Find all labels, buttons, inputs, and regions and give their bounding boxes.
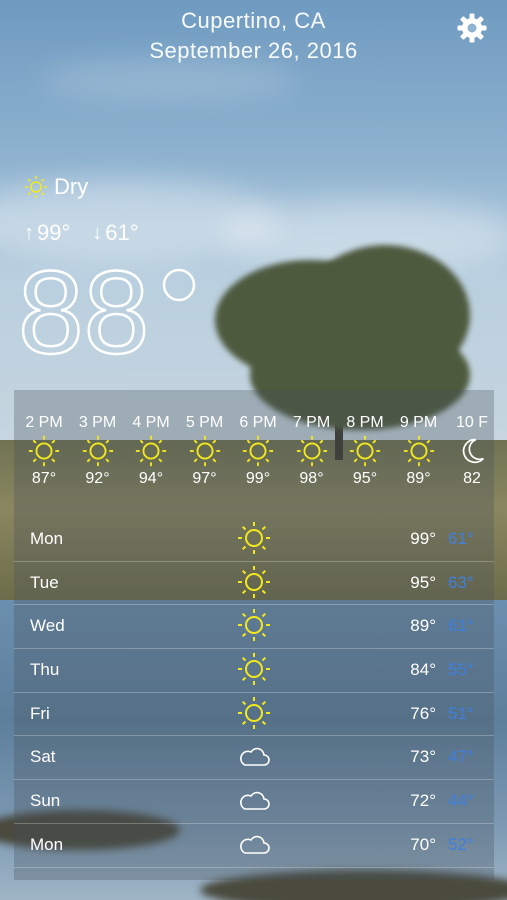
day-low: 44° <box>448 791 474 811</box>
day-label: Fri <box>30 703 50 723</box>
sun-icon <box>236 651 272 687</box>
day-low: 63° <box>448 572 474 592</box>
day-low: 47° <box>448 747 474 767</box>
cloud-icon <box>236 826 272 862</box>
city-name: Cupertino, CA <box>181 8 326 33</box>
hour-time: 9 PM <box>399 414 438 431</box>
day-low: 55° <box>448 660 474 680</box>
day-low: 52° <box>448 834 474 854</box>
arrow-down-icon: ↓ <box>92 221 103 244</box>
hour-time: 4 PM <box>132 414 170 431</box>
sun-icon <box>393 434 445 468</box>
sun-icon <box>236 607 272 643</box>
day-low: 61° <box>448 616 474 636</box>
day-low: 61° <box>448 529 474 548</box>
hour-temp: 99° <box>245 470 271 487</box>
hour-temp: 97° <box>192 470 217 487</box>
hourly-forecast[interactable]: 2 PM 87° 3 PM 92° 4 PM 94° 5 PM 97° 6 PM 99° 7 PM 9… <box>14 414 494 494</box>
day-high: 89° <box>410 616 436 636</box>
hourly-item: 7 PM 98° <box>286 414 338 488</box>
day-label: Mon <box>30 529 64 548</box>
hour-temp: 82 <box>463 470 481 487</box>
hour-time: 2 PM <box>25 414 63 431</box>
day-high: 99° <box>410 529 436 548</box>
daily-row: Thu 84° 55° <box>14 649 494 693</box>
hourly-item: 4 PM 94° <box>125 414 177 488</box>
sun-icon <box>125 434 177 468</box>
hourly-item: 8 PM 95° <box>339 414 391 488</box>
hourly-item: 5 PM 97° <box>179 414 231 488</box>
moon-icon <box>446 434 494 468</box>
hour-temp: 98° <box>299 470 324 487</box>
high-temp: 99° <box>37 220 71 245</box>
hour-temp: 92° <box>85 470 110 487</box>
sun-icon <box>72 434 124 468</box>
hour-time: 10 F <box>455 414 488 431</box>
daily-row: Tue 95° 63° <box>14 562 494 606</box>
day-high: 84° <box>410 660 436 680</box>
sun-icon <box>339 434 391 468</box>
day-high: 73° <box>410 747 436 767</box>
day-high: 95° <box>410 572 436 592</box>
hourly-item: 10 F 82 <box>446 414 494 488</box>
sun-icon <box>286 434 338 468</box>
daily-forecast: Mon 99° 61° Tue 95° 63° Wed 89° 61° Thu 84° 55° Fri 7… <box>14 518 494 868</box>
cloud-icon <box>236 782 272 818</box>
cloud-icon <box>236 738 272 774</box>
daily-row: Sat 73° 47° <box>14 736 494 781</box>
arrow-up-icon: ↑ <box>24 221 34 244</box>
day-high: 76° <box>410 703 436 723</box>
sun-icon <box>236 564 272 600</box>
day-low: 51° <box>448 703 474 723</box>
day-high: 70° <box>410 834 436 854</box>
day-high: 72° <box>410 791 436 811</box>
hour-temp: 89° <box>406 470 431 487</box>
hour-time: 5 PM <box>185 414 224 431</box>
day-label: Mon <box>30 834 64 854</box>
sun-icon <box>236 520 272 556</box>
day-label: Tue <box>30 572 59 592</box>
sun-icon <box>236 695 272 731</box>
day-label: Thu <box>30 660 60 680</box>
forecast-panel[interactable]: 2 PM 87° 3 PM 92° 4 PM 94° 5 PM 97° 6 PM 99° 7 PM 9… <box>14 390 494 880</box>
gear-icon[interactable] <box>456 12 488 44</box>
hour-temp: 95° <box>352 470 378 487</box>
sun-icon <box>232 434 284 468</box>
day-label: Sat <box>30 747 56 767</box>
hour-temp: 87° <box>31 470 57 487</box>
hourly-item: 3 PM 92° <box>72 414 124 488</box>
date-label: September 26, 2016 <box>149 38 358 63</box>
temp-number: 88 <box>18 255 149 365</box>
day-label: Wed <box>30 616 65 636</box>
sun-icon <box>18 434 70 468</box>
high-low: ↑ 99° ↓ 61° <box>24 220 139 246</box>
hour-time: 7 PM <box>292 414 331 431</box>
current-temperature: 88 <box>14 255 214 365</box>
current-condition: Dry <box>24 174 88 200</box>
sun-icon <box>179 434 231 468</box>
daily-row: Wed 89° 61° <box>14 605 494 650</box>
daily-row: Mon 99° 61° <box>14 518 494 562</box>
sun-icon <box>25 176 47 198</box>
hourly-item: 6 PM 99° <box>232 414 284 488</box>
daily-row: Sun 72° 44° <box>14 780 494 824</box>
hourly-item: 9 PM 89° <box>393 414 445 488</box>
hour-time: 6 PM <box>239 414 277 431</box>
condition-label: Dry <box>54 174 89 199</box>
hour-temp: 94° <box>138 470 164 487</box>
low-temp: 61° <box>105 220 139 245</box>
daily-row: Mon 70° 52° <box>14 824 494 868</box>
day-label: Sun <box>30 791 61 811</box>
hour-time: 3 PM <box>78 414 117 431</box>
daily-row: Fri 76° 51° <box>14 693 494 737</box>
hourly-item: 2 PM 87° <box>18 414 70 488</box>
hour-time: 8 PM <box>346 414 384 431</box>
